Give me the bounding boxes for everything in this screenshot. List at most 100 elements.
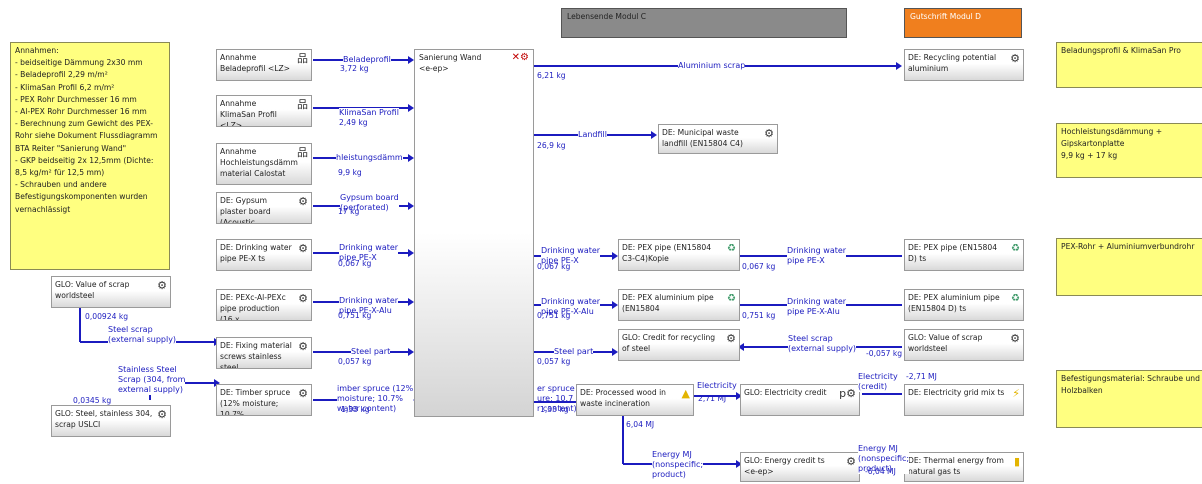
process-annahme-hochleistung[interactable]: Annahme Hochleistungsdämm material Calos…: [216, 143, 312, 185]
gear-icon: ⚙: [764, 127, 774, 140]
process-pex-pipe-d[interactable]: DE: PEX pipe (EN15804 D) ts ♻: [904, 239, 1024, 271]
process-annahme-beladeprofil[interactable]: Annahme Beladeprofil <LZ> 品: [216, 49, 312, 81]
header-lebensende-modul-c: Lebensende Modul C: [561, 8, 847, 38]
flow-label[interactable]: Drinking water pipe PE-X: [787, 246, 847, 266]
process-label: DE: PEX aluminium pipe (EN15804 D) ts: [908, 293, 1000, 313]
flow-label[interactable]: Steel scrap (external supply): [788, 334, 857, 354]
flow-amount: 0,057 kg: [338, 357, 372, 366]
flow-amount: 1,33 kg: [341, 405, 370, 414]
process-label: DE: PEXc-Al-PEXc pipe production (16 x: [220, 293, 286, 321]
hierarchy-icon: 品: [297, 52, 308, 65]
flow-label[interactable]: Landfill: [578, 130, 607, 140]
process-credit-recycling-steel[interactable]: GLO: Credit for recycling of steel ⚙: [618, 329, 740, 361]
flow-label[interactable]: Electricity (credit): [858, 372, 898, 392]
process-pex-pipe-c3c4[interactable]: DE: PEX pipe (EN15804 C3-C4)Kopie ♻: [618, 239, 740, 271]
process-label: DE: PEX pipe (EN15804 C3-C4)Kopie: [622, 243, 712, 263]
process-label: GLO: Credit for recycling of steel: [622, 333, 716, 353]
flow-amount: 3,72 kg: [340, 64, 369, 73]
process-label: Annahme KlimaSan Profil <LZ>: [220, 99, 277, 127]
flow-amount: 0,751 kg: [338, 311, 372, 320]
process-annahme-klimasan[interactable]: Annahme KlimaSan Profil <LZ> 品: [216, 95, 312, 127]
gear-icon: ⚙: [298, 387, 308, 400]
flow-amount: 26,9 kg: [537, 141, 566, 150]
flow-amount: 0,067 kg: [742, 262, 776, 271]
close-icon[interactable]: ✕⚙: [512, 52, 529, 63]
flow-label[interactable]: Steel part: [554, 347, 594, 357]
process-timber-spruce[interactable]: DE: Timber spruce (12% moisture; 10.7% ⚙: [216, 384, 312, 416]
gear-icon: ⚙: [846, 455, 856, 468]
process-label: GLO: Steel, stainless 304, scrap USLCI: [55, 409, 153, 429]
flow-label[interactable]: Electricity: [697, 381, 737, 391]
note-pex-rohr[interactable]: PEX-Rohr + Aluminiumverbundrohr: [1056, 238, 1202, 296]
flow-label[interactable]: Drinking water pipe PE-X-Alu: [787, 297, 847, 317]
process-municipal-landfill[interactable]: DE: Municipal waste landfill (EN15804 C4…: [658, 124, 778, 154]
process-label: DE: Drinking water pipe PE-X ts: [220, 243, 292, 263]
flow-label[interactable]: Energy MJ (nonspecific; product): [652, 450, 704, 480]
process-recycling-aluminium[interactable]: DE: Recycling potential aluminium ⚙: [904, 49, 1024, 81]
process-glo-steel-stainless[interactable]: GLO: Steel, stainless 304, scrap USLCI ⚙: [51, 405, 171, 437]
flow-amount: 17 kg: [338, 207, 360, 216]
process-label: DE: Timber spruce (12% moisture; 10.7%: [220, 388, 291, 416]
process-label: DE: Electricity grid mix ts: [908, 388, 1005, 397]
cycle-icon: ♻: [727, 293, 736, 304]
flow-amount: 0,067 kg: [537, 262, 571, 271]
gear-icon: ⚙: [1010, 332, 1020, 345]
gear-icon: ⚙: [298, 242, 308, 255]
gear-icon: ⚙: [157, 279, 167, 292]
process-label: DE: Recycling potential aluminium: [908, 53, 997, 73]
process-label: GLO: Value of scrap worldsteel: [55, 280, 130, 300]
process-sublabel: <e-ep>: [419, 64, 449, 73]
flow-amount: 0,00924 kg: [85, 312, 129, 321]
process-label: DE: Processed wood in waste incineration: [580, 388, 666, 408]
process-glo-value-of-scrap-right[interactable]: GLO: Value of scrap worldsteel ⚙: [904, 329, 1024, 361]
process-pex-aluminium-d[interactable]: DE: PEX aluminium pipe (EN15804 D) ts ♻: [904, 289, 1024, 321]
flow-amount: 9,9 kg: [338, 168, 362, 177]
flow-label[interactable]: Steel part: [351, 347, 391, 357]
flow-amount: 2,71 MJ: [698, 394, 727, 403]
gear-icon: ⚙: [298, 340, 308, 353]
cycle-icon: ♻: [1011, 243, 1020, 254]
flow-amount: 6,04 MJ: [626, 420, 655, 429]
process-fixing-material[interactable]: DE: Fixing material screws stainless ste…: [216, 337, 312, 369]
process-electricity-grid-mix[interactable]: DE: Electricity grid mix ts ⚡: [904, 384, 1024, 416]
process-electricity-credit[interactable]: GLO: Electricity credit p⚙: [740, 384, 860, 416]
process-gypsum-board[interactable]: DE: Gypsum plaster board (Acoustic ⚙: [216, 192, 312, 224]
process-pex-aluminium-c[interactable]: DE: PEX aluminium pipe (EN15804 ♻: [618, 289, 740, 321]
flow-label[interactable]: Aluminium scrap: [678, 61, 746, 71]
process-label: GLO: Energy credit ts: [744, 456, 825, 465]
flow-amount: 2,49 kg: [339, 118, 368, 127]
hierarchy-icon: 品: [297, 146, 308, 159]
note-beladungsprofil[interactable]: Beladungsprofil & KlimaSan Pro: [1056, 42, 1202, 88]
flow-label[interactable]: hleistungsdämm: [336, 153, 403, 163]
process-glo-value-of-scrap-left[interactable]: GLO: Value of scrap worldsteel ⚙: [51, 276, 171, 308]
process-sublabel: <e-ep>: [744, 467, 774, 476]
process-label: DE: Municipal waste landfill (EN15804 C4…: [662, 128, 743, 148]
assumptions-note[interactable]: Annahmen: - beidseitige Dämmung 2x30 mm …: [10, 42, 170, 270]
note-befestigungsmaterial[interactable]: Befestigungsmaterial: Schraube und Holzb…: [1056, 370, 1202, 428]
flow-amount: 0,751 kg: [742, 311, 776, 320]
lightning-icon: ⚡: [1012, 387, 1020, 400]
gear-icon: ⚙: [298, 292, 308, 305]
flow-label[interactable]: Stainless Steel Scrap (304, from externa…: [118, 365, 186, 395]
flame-icon: ▲: [681, 387, 690, 400]
process-sanierung-wand[interactable]: Sanierung Wand <e-ep> ✕⚙: [414, 49, 534, 417]
flow-label[interactable]: KlimaSan Profil: [339, 108, 399, 118]
gear-icon: ⚙: [1010, 52, 1020, 65]
flow-amount: -0,057 kg: [866, 349, 903, 358]
note-hochleistungsdaemmung[interactable]: Hochleistungsdämmung + Gipskartonplatte …: [1056, 123, 1202, 178]
flow-amount: 0,067 kg: [338, 259, 372, 268]
process-energy-credit[interactable]: GLO: Energy credit ts <e-ep> ⚙: [740, 452, 860, 482]
process-label: DE: Gypsum plaster board (Acoustic: [220, 196, 271, 224]
gear-icon: ⚙: [298, 195, 308, 208]
process-processed-wood[interactable]: DE: Processed wood in waste incineration…: [576, 384, 694, 416]
process-thermal-energy[interactable]: DE: Thermal energy from natural gas ts ▮: [904, 452, 1024, 482]
gear-icon: p⚙: [839, 387, 856, 400]
header-gutschrift-modul-d: Gutschrift Modul D: [904, 8, 1022, 38]
flow-amount: -6,04 MJ: [865, 467, 896, 476]
process-pexc-al-pexc[interactable]: DE: PEXc-Al-PEXc pipe production (16 x ⚙: [216, 289, 312, 321]
flow-amount: 0,751 kg: [537, 311, 571, 320]
process-drinking-water-pex[interactable]: DE: Drinking water pipe PE-X ts ⚙: [216, 239, 312, 271]
flow-label[interactable]: Steel scrap (external supply): [108, 325, 177, 345]
flow-amount: 1,33 kg: [540, 405, 569, 414]
cycle-icon: ♻: [727, 243, 736, 254]
